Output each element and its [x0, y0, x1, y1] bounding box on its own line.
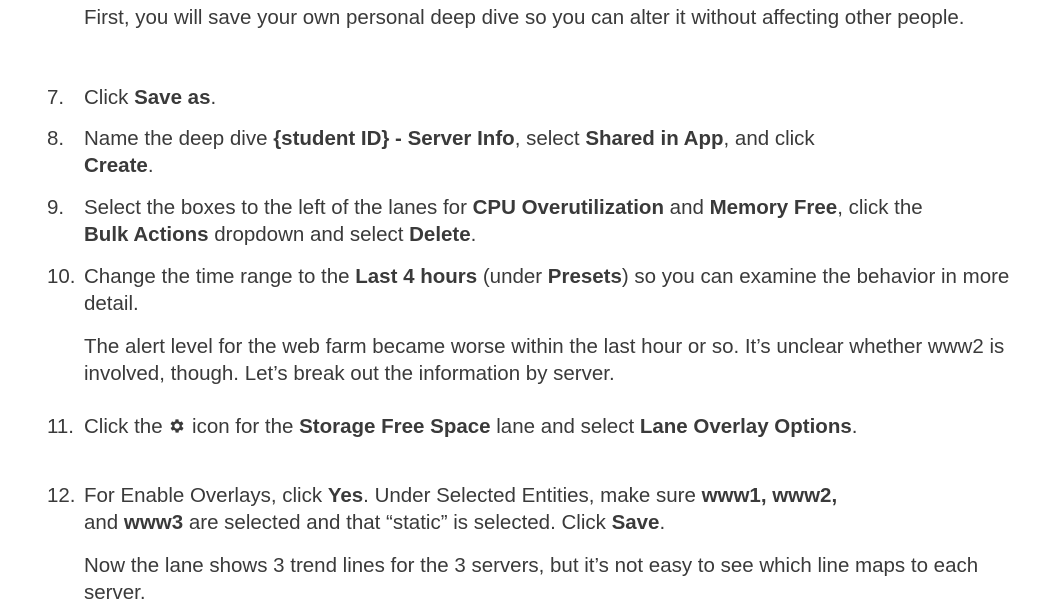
step-text: lane and select — [490, 415, 640, 438]
note-paragraph-1: The alert level for the web farm became … — [84, 335, 1005, 385]
step-11: 11. Click the icon for the Storage Free … — [47, 413, 1044, 440]
step-7: 7. Click Save as. — [47, 84, 1044, 111]
note-paragraph-2: Now the lane shows 3 trend lines for the… — [84, 554, 979, 604]
step-bold: Lane Overlay Options — [639, 415, 852, 438]
step-text: . — [470, 223, 477, 246]
step-10: 10. Change the time range to the Last 4 … — [47, 263, 1044, 317]
step-bold: Storage Free Space — [299, 415, 491, 438]
step-text: Click — [84, 86, 135, 109]
step-text: . — [210, 86, 217, 109]
step-9: 9. Select the boxes to the left of the l… — [47, 194, 1044, 248]
step-number: 9. — [47, 196, 65, 219]
step-text: Change the time range to the — [84, 265, 356, 288]
step-bold: Create — [84, 154, 148, 177]
step-text: (under — [477, 265, 548, 288]
step-bold: www3 — [123, 511, 184, 534]
step-bold: Presets — [547, 265, 622, 288]
instruction-document: First, you will save your own personal d… — [0, 0, 1059, 611]
step-bold: www1, www2, — [701, 484, 838, 507]
step-text: . Under Selected Entities, make sure — [363, 484, 702, 507]
step-text: . — [851, 415, 858, 438]
gear-icon — [168, 415, 186, 433]
step-text: , and click — [723, 127, 815, 150]
step-number: 7. — [47, 86, 65, 109]
step-text: and — [84, 511, 124, 534]
step-text: . — [147, 154, 154, 177]
step-text: and — [663, 196, 710, 219]
step-bold: Save as — [134, 86, 211, 109]
step-bold: Save — [611, 511, 660, 534]
step-bold: Last 4 hours — [355, 265, 478, 288]
step-12: 12. For Enable Overlays, click Yes. Unde… — [47, 482, 1044, 536]
step-text: Select the boxes to the left of the lane… — [84, 196, 473, 219]
step-bold: CPU Overutilization — [472, 196, 664, 219]
step-bold: Bulk Actions — [84, 223, 209, 246]
step-number: 12. — [47, 484, 76, 507]
step-text: . — [659, 511, 666, 534]
step-bold: Shared in App — [585, 127, 724, 150]
step-text: For Enable Overlays, click — [84, 484, 328, 507]
step-text: , click the — [837, 196, 923, 219]
step-text: dropdown and select — [208, 223, 410, 246]
step-bold: {student ID} - Server Info — [273, 127, 515, 150]
step-bold: Delete — [409, 223, 471, 246]
intro-paragraph: First, you will save your own personal d… — [84, 6, 965, 29]
step-bold: Yes — [327, 484, 364, 507]
step-text: Name the deep dive — [84, 127, 274, 150]
step-text: Click the — [84, 415, 169, 438]
step-number: 8. — [47, 127, 65, 150]
step-number: 10. — [47, 265, 76, 288]
step-text: are selected and that “static” is select… — [183, 511, 612, 534]
step-bold: Memory Free — [709, 196, 838, 219]
step-text: icon for the — [186, 415, 300, 438]
step-8: 8. Name the deep dive {student ID} - Ser… — [47, 125, 1044, 179]
step-number: 11. — [47, 415, 74, 438]
step-text: , select — [514, 127, 586, 150]
